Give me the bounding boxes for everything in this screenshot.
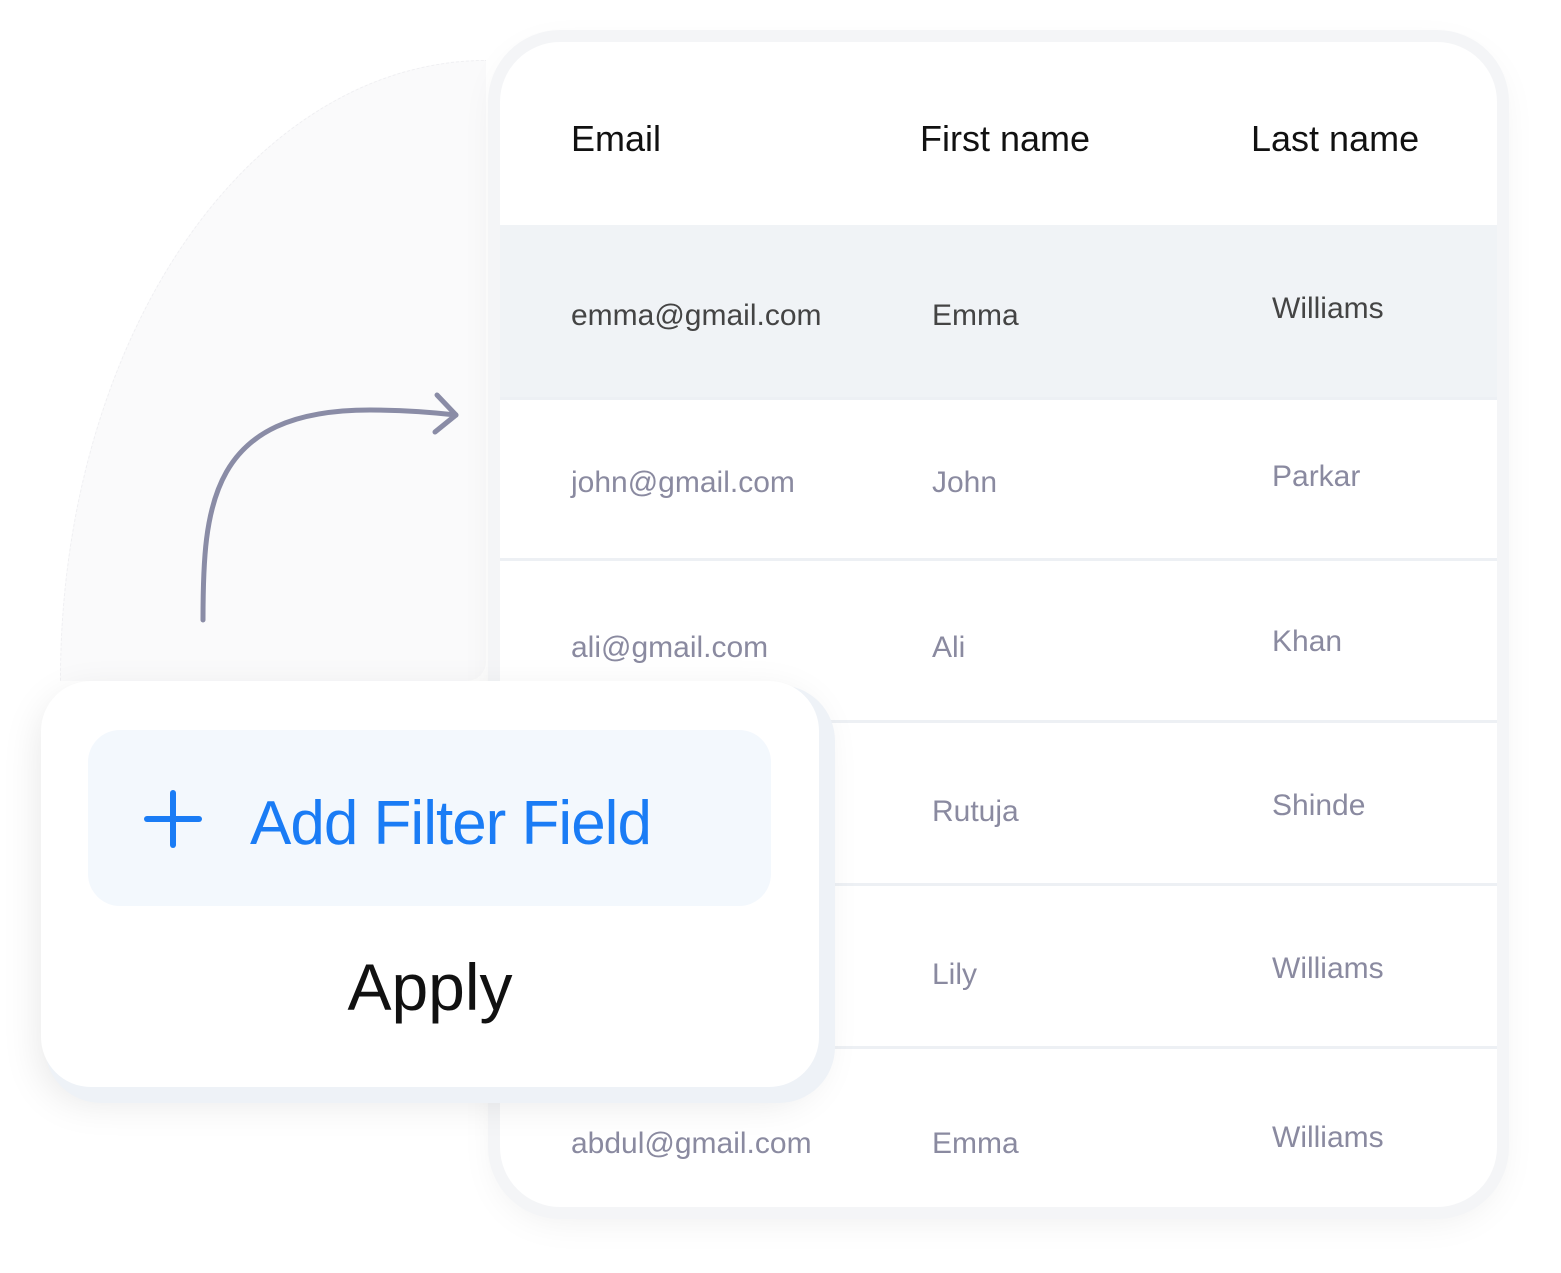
cell-first-name: Rutuja bbox=[932, 795, 1019, 828]
cell-last-name: Williams bbox=[1272, 292, 1384, 325]
table-header: Email First name Last name bbox=[500, 42, 1497, 225]
table-row[interactable]: emma@gmail.com Emma Williams bbox=[500, 225, 1497, 397]
cell-last-name: Khan bbox=[1272, 625, 1343, 658]
add-filter-field-button[interactable]: Add Filter Field bbox=[88, 730, 771, 906]
cell-last-name: Williams bbox=[1272, 952, 1384, 985]
cell-last-name: Williams bbox=[1272, 1121, 1384, 1154]
column-header-first-name[interactable]: First name bbox=[920, 118, 1090, 160]
cell-last-name: Parkar bbox=[1272, 460, 1361, 493]
cell-first-name: Ali bbox=[932, 631, 966, 664]
cell-first-name: Emma bbox=[932, 1127, 1019, 1160]
cell-email: john@gmail.com bbox=[571, 466, 795, 499]
column-header-last-name[interactable]: Last name bbox=[1251, 118, 1419, 160]
cell-first-name: Lily bbox=[932, 958, 978, 991]
apply-button[interactable]: Apply bbox=[41, 949, 819, 1025]
cell-first-name: John bbox=[932, 466, 998, 499]
cell-email: emma@gmail.com bbox=[571, 299, 822, 332]
cell-email: abdul@gmail.com bbox=[571, 1127, 812, 1160]
column-header-email[interactable]: Email bbox=[571, 118, 661, 160]
plus-icon bbox=[144, 790, 202, 848]
cell-first-name: Emma bbox=[932, 299, 1019, 332]
cell-last-name: Shinde bbox=[1272, 789, 1366, 822]
filter-popup: Add Filter Field Apply bbox=[41, 681, 819, 1087]
curved-arrow-icon bbox=[200, 392, 459, 623]
table-row[interactable]: john@gmail.com John Parkar bbox=[500, 397, 1497, 561]
cell-email: ali@gmail.com bbox=[571, 631, 769, 664]
add-filter-field-label: Add Filter Field bbox=[250, 789, 652, 858]
